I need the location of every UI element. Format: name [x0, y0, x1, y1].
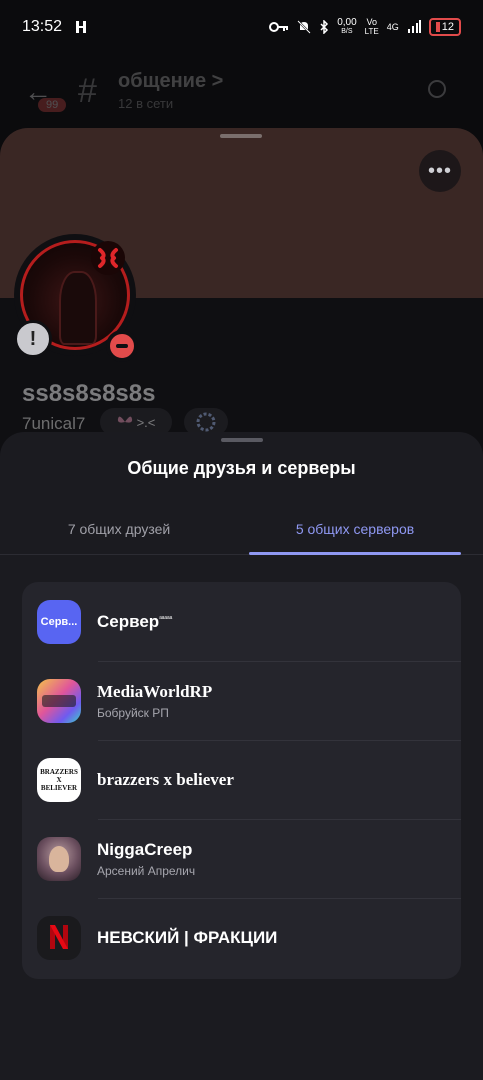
net-speed-value: 0,00 [337, 17, 357, 28]
server-row[interactable]: НЕВСКИЙ | ФРАКЦИИ [22, 898, 461, 977]
signal-icon [407, 20, 421, 33]
server-list: Серв... Серверᵃᵃᵃᵃᵃ MediaWorldRP Бобруйс… [22, 582, 461, 979]
volte-bottom: LTE [364, 27, 379, 36]
mute-bell-icon [297, 20, 311, 34]
hash-icon: # [78, 72, 97, 110]
server-row[interactable]: BRAZZERS X BELIEVER brazzers x believer [22, 740, 461, 819]
channel-online-count: 12 в сети [118, 96, 174, 111]
channel-header: ← 99 # общение > 12 в сети [0, 58, 483, 128]
volte-top: Vo [366, 17, 377, 27]
anger-decoration-icon [91, 241, 125, 275]
server-icon [37, 836, 81, 881]
netflix-n-icon [50, 924, 68, 949]
server-name: brazzers x believer [97, 769, 234, 789]
net-speed: 0,00 B/S [337, 18, 356, 36]
clock: 13:52 [22, 18, 63, 35]
server-row[interactable]: Серв... Серверᵃᵃᵃᵃᵃ [22, 582, 461, 661]
server-icon [37, 915, 81, 960]
profile-drag-handle[interactable] [220, 134, 262, 138]
net-speed-unit: B/S [341, 28, 353, 35]
server-row[interactable]: NiggaCreep Арсений Апрелич [22, 819, 461, 898]
more-options-button[interactable]: ••• [419, 150, 461, 192]
warning-icon[interactable]: ! [14, 320, 52, 358]
dnd-status-icon [106, 330, 138, 362]
server-name-line: Серверᵃᵃᵃᵃᵃ [97, 612, 172, 632]
sheet-drag-handle[interactable] [221, 438, 263, 442]
unread-badge: 99 [38, 98, 67, 112]
server-row[interactable]: MediaWorldRP Бобруйск РП [22, 661, 461, 740]
server-subtitle: Бобруйск РП [97, 705, 169, 720]
server-icon-text-mid: X [56, 775, 62, 784]
search-icon[interactable] [428, 80, 446, 98]
server-icon-text-bottom: BELIEVER [40, 783, 78, 792]
active-tab-indicator [249, 552, 461, 555]
server-icon [37, 678, 81, 723]
tab-mutual-servers[interactable]: 5 общих серверов [249, 506, 461, 552]
app-notification-icon [76, 21, 87, 33]
volte-indicator: Vo LTE [364, 17, 379, 37]
profile-username: 7unical7 [22, 414, 86, 433]
server-icon: Серв... [37, 599, 81, 644]
server-subtitle: Арсений Апрелич [97, 863, 196, 878]
butterfly-icon [117, 416, 132, 423]
mutual-tabs: 7 общих друзей 5 общих серверов [0, 506, 483, 555]
server-name: Сервер [97, 611, 160, 631]
profile-display-name: ss8s8s8s8s [22, 380, 156, 407]
signal-label: 4G [386, 22, 399, 32]
bluetooth-icon [320, 20, 329, 34]
channel-title[interactable]: общение > [118, 70, 223, 93]
sheet-title: Общие друзья и серверы [127, 458, 356, 478]
server-name: MediaWorldRP [97, 681, 213, 701]
status-bar: 13:52 0,00 B/S Vo LTE 4G 12 [0, 0, 483, 54]
battery-level: 12 [441, 21, 454, 33]
mutual-sheet: Общие друзья и серверы 7 общих друзей 5 … [0, 432, 483, 1080]
server-name: NiggaCreep [97, 839, 193, 859]
tab-mutual-friends[interactable]: 7 общих друзей [0, 506, 238, 552]
server-name: НЕВСКИЙ | ФРАКЦИИ [97, 927, 278, 947]
server-name-suffix: ᵃᵃᵃᵃᵃ [159, 614, 173, 622]
key-icon [269, 22, 289, 32]
profile-tag-text: >.< [136, 414, 156, 430]
battery-icon: 12 [428, 18, 461, 36]
server-icon: BRAZZERS X BELIEVER [37, 757, 81, 802]
server-icon-text-top: BRAZZERS [40, 767, 78, 776]
